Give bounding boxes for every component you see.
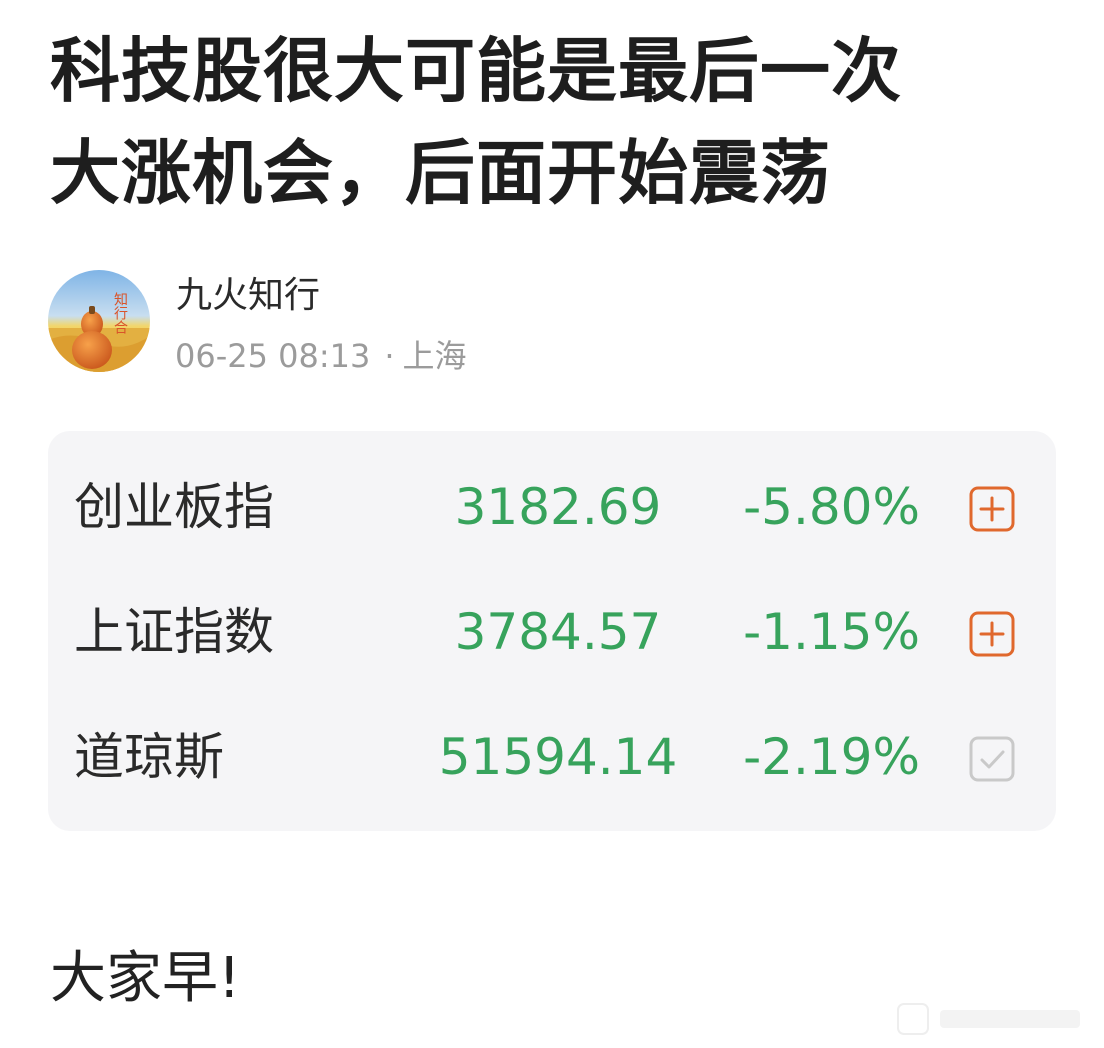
- article-title-line-2: 大涨机会，后面开始震荡: [50, 132, 831, 214]
- stock-name: 上证指数: [74, 603, 274, 661]
- meta-separator: ·: [384, 337, 395, 375]
- stock-price: 51594.14: [438, 728, 678, 786]
- author-name[interactable]: 九火知行: [176, 274, 320, 318]
- post-location: 上海: [402, 337, 467, 375]
- stock-name: 道琼斯: [74, 728, 224, 786]
- avatar[interactable]: 知行合: [48, 270, 150, 372]
- stock-name: 创业板指: [74, 478, 274, 536]
- post-meta: 06-25 08:13 · 上海: [175, 336, 467, 376]
- stock-change: -2.19%: [743, 728, 920, 786]
- article-title-line-1: 科技股很大可能是最后一次: [50, 30, 902, 112]
- stock-price: 3784.57: [454, 603, 662, 661]
- article-greeting: 大家早!: [50, 946, 241, 1011]
- article-title: 科技股很大可能是最后一次 大涨机会，后面开始震荡: [50, 20, 1050, 224]
- author-block: 知行合 九火知行 06-25 08:13 · 上海: [48, 268, 748, 378]
- stock-change: -5.80%: [743, 478, 920, 536]
- post-date: 06-25 08:13: [175, 337, 371, 375]
- checked-icon[interactable]: [968, 735, 1016, 783]
- avatar-logo-text: 知行合: [112, 291, 128, 334]
- stock-change: -1.15%: [743, 603, 920, 661]
- stock-row-shanghai[interactable]: 上证指数 3784.57 -1.15%: [48, 568, 1056, 688]
- add-icon[interactable]: [968, 610, 1016, 658]
- stock-quote-card: 创业板指 3182.69 -5.80% 上证指数 3784.57 -1.15% …: [48, 431, 1056, 831]
- add-icon[interactable]: [968, 485, 1016, 533]
- watermark-logo: [897, 1003, 1080, 1035]
- stock-row-chinext[interactable]: 创业板指 3182.69 -5.80%: [48, 443, 1056, 563]
- stock-row-dow-jones[interactable]: 道琼斯 51594.14 -2.19%: [48, 693, 1056, 813]
- avatar-image: 知行合: [48, 270, 150, 372]
- stock-price: 3182.69: [454, 478, 662, 536]
